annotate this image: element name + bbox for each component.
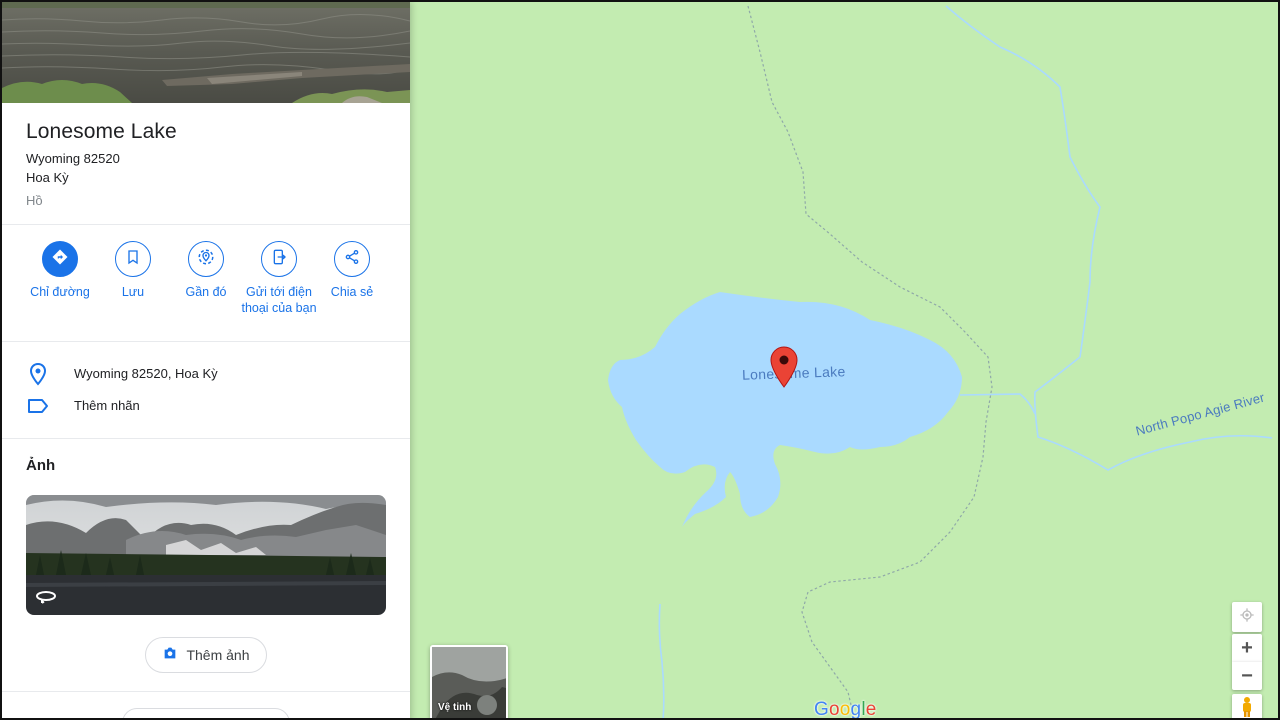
minus-icon: − [1241,665,1253,687]
address-line-1: Wyoming 82520 [26,151,120,166]
zoom-out-button[interactable]: − [1232,662,1262,690]
satellite-layer-label: Vệ tinh [438,702,472,713]
camera-icon [162,645,178,666]
satellite-layer-toggle[interactable]: Vệ tinh [430,645,508,718]
photos-heading: Ảnh [26,457,56,474]
street-view-pegman-button[interactable] [1232,694,1262,719]
place-title: Lonesome Lake [26,120,177,143]
share-icon [344,249,360,270]
google-logo: Google [814,699,877,720]
save-button[interactable]: Lưu [93,241,173,300]
nearby-icon [197,248,215,271]
send-to-phone-icon [271,249,287,270]
location-pin-icon [26,362,50,386]
send-to-phone-button[interactable]: Gửi tới điện thoại của bạn [239,241,319,316]
map-canvas[interactable]: Lonesome Lake North Popo Agie River Vệ t… [410,2,1278,720]
share-button[interactable]: Chia sẻ [312,241,392,300]
directions-icon [51,248,69,271]
save-label: Lưu [121,285,145,299]
zoom-in-button[interactable]: + [1232,634,1262,662]
nearby-label: Gần đó [185,285,227,299]
place-marker-icon[interactable] [770,346,798,393]
label-icon [26,394,50,418]
divider [2,224,410,225]
add-label-row[interactable]: Thêm nhãn [2,390,410,422]
add-photo-button[interactable]: Thêm ảnh [145,637,267,673]
divider [2,691,410,692]
photo-card[interactable] [26,495,386,615]
place-type: Hồ [26,193,43,208]
pegman-icon [1240,696,1254,719]
nearby-button[interactable]: Gần đó [166,241,246,300]
app-frame: Lonesome Lake Wyoming 82520 Hoa Kỳ Hồ Ch… [0,0,1280,720]
my-location-button[interactable] [1232,602,1262,632]
place-sidebar: Lonesome Lake Wyoming 82520 Hoa Kỳ Hồ Ch… [2,2,410,718]
add-photo-label: Thêm ảnh [186,647,250,663]
directions-label: Chỉ đường [30,285,90,299]
send-to-phone-label: Gửi tới điện thoại của bạn [241,285,317,315]
add-label-text: Thêm nhãn [74,398,140,413]
bookmark-icon [125,249,141,270]
bottom-button[interactable] [122,708,290,718]
share-label: Chia sẻ [330,285,374,299]
directions-button[interactable]: Chỉ đường [20,241,100,300]
address-text: Wyoming 82520, Hoa Kỳ [74,366,218,381]
divider [2,438,410,439]
address-row[interactable]: Wyoming 82520, Hoa Kỳ [2,358,410,390]
hero-photo[interactable] [2,2,410,103]
360-view-icon [34,589,58,605]
plus-icon: + [1241,637,1253,659]
address-line-2: Hoa Kỳ [26,170,69,185]
divider [2,341,410,342]
my-location-icon [1239,607,1255,628]
